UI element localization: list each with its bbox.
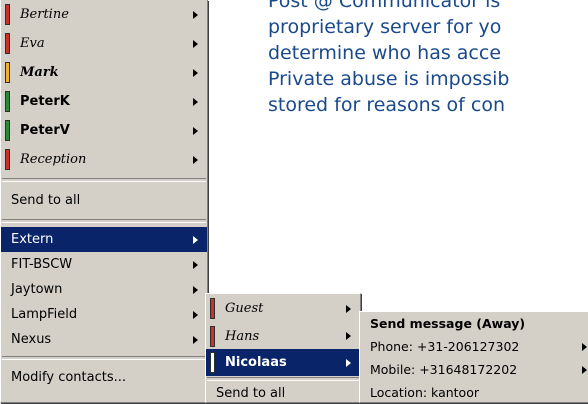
location-item[interactable]: Location: kantoor <box>360 381 588 404</box>
contact-item-guest[interactable]: Guest <box>206 294 360 323</box>
nicolaas-submenu: Send message (Away) Phone: +31-206127302… <box>359 311 588 403</box>
submenu-arrow-icon <box>346 358 351 367</box>
group-item-jaytown[interactable]: Jaytown <box>1 277 207 302</box>
contact-item-hans[interactable]: Hans <box>206 323 360 349</box>
status-indicator <box>5 91 10 112</box>
mobile-item[interactable]: Mobile: +31648172202 <box>360 358 588 381</box>
submenu-arrow-icon <box>346 332 351 340</box>
contact-label: PeterK <box>20 94 70 109</box>
group-label: Nexus <box>11 332 52 347</box>
submenu-arrow-icon <box>193 126 198 135</box>
submenu-arrow-icon <box>346 304 351 313</box>
extern-submenu: Guest Hans Nicolaas Send to all <box>205 293 361 403</box>
status-indicator <box>210 352 215 373</box>
submenu-arrow-icon <box>193 155 198 164</box>
submenu-arrow-icon <box>193 10 198 19</box>
contact-item-peterv[interactable]: PeterV <box>1 116 207 145</box>
background-text-line: stored for reasons of con <box>268 94 506 116</box>
contact-label: Bertine <box>20 7 69 22</box>
contacts-menu: Bertine Eva Mark PeterK PeterV Reception… <box>0 0 208 403</box>
status-indicator <box>5 120 10 141</box>
contact-label: PeterV <box>20 123 70 138</box>
group-label: FIT-BSCW <box>11 257 73 272</box>
submenu-arrow-icon <box>193 310 198 319</box>
menu-separator <box>207 377 359 381</box>
contact-label: Eva <box>20 36 45 51</box>
contact-label: Guest <box>225 301 264 316</box>
contact-label: Reception <box>20 152 87 167</box>
group-label: LampField <box>11 307 78 322</box>
send-to-all-item[interactable]: Send to all <box>1 186 207 215</box>
menu-separator <box>2 219 206 223</box>
submenu-arrow-icon <box>193 235 198 244</box>
contact-item-mark[interactable]: Mark <box>1 58 207 87</box>
status-indicator <box>5 62 10 83</box>
contact-item-nicolaas[interactable]: Nicolaas <box>206 349 360 376</box>
send-message-item[interactable]: Send message (Away) <box>360 312 588 335</box>
group-item-lampfield[interactable]: LampField <box>1 302 207 327</box>
group-label: Extern <box>11 232 54 247</box>
status-indicator <box>210 325 215 347</box>
submenu-arrow-icon <box>193 68 198 77</box>
mobile-label: Mobile: +31648172202 <box>370 362 518 377</box>
send-to-all-item[interactable]: Send to all <box>206 382 360 404</box>
contact-label: Mark <box>20 65 59 80</box>
group-item-fit-bscw[interactable]: FIT-BSCW <box>1 252 207 277</box>
background-text-line: determine who has acce <box>268 42 502 64</box>
submenu-arrow-icon <box>582 342 587 351</box>
contact-item-eva[interactable]: Eva <box>1 29 207 58</box>
status-indicator <box>210 298 215 319</box>
status-indicator <box>5 149 10 170</box>
background-text-line: proprietary server for yo <box>268 16 502 38</box>
contact-item-bertine[interactable]: Bertine <box>1 0 207 29</box>
status-indicator <box>5 4 10 25</box>
group-label: Jaytown <box>11 282 63 297</box>
contact-item-peterk[interactable]: PeterK <box>1 87 207 116</box>
submenu-arrow-icon <box>582 365 587 374</box>
contact-label: Nicolaas <box>225 355 287 370</box>
submenu-arrow-icon <box>193 260 198 269</box>
phone-label: Phone: +31-206127302 <box>370 339 520 354</box>
submenu-arrow-icon <box>193 335 198 344</box>
group-item-extern[interactable]: Extern <box>1 227 207 252</box>
send-message-label: Send message (Away) <box>370 316 526 331</box>
submenu-arrow-icon <box>193 39 198 48</box>
modify-contacts-label: Modify contacts... <box>11 369 127 385</box>
contact-item-reception[interactable]: Reception <box>1 145 207 174</box>
submenu-arrow-icon <box>193 285 198 294</box>
status-indicator <box>5 33 10 54</box>
background-text: Post @ Communicator is proprietary serve… <box>268 0 588 118</box>
group-item-nexus[interactable]: Nexus <box>1 327 207 352</box>
menu-separator <box>2 356 206 360</box>
send-to-all-label: Send to all <box>216 385 286 401</box>
background-text-line: Private abuse is impossib <box>268 68 510 90</box>
background-text-line: Post @ Communicator is <box>268 0 501 12</box>
send-to-all-label: Send to all <box>11 193 81 208</box>
menu-separator <box>2 178 206 182</box>
contact-label: Hans <box>225 328 260 344</box>
modify-contacts-item[interactable]: Modify contacts... <box>1 364 207 390</box>
submenu-arrow-icon <box>193 97 198 106</box>
phone-item[interactable]: Phone: +31-206127302 <box>360 335 588 358</box>
location-label: Location: kantoor <box>370 385 479 400</box>
